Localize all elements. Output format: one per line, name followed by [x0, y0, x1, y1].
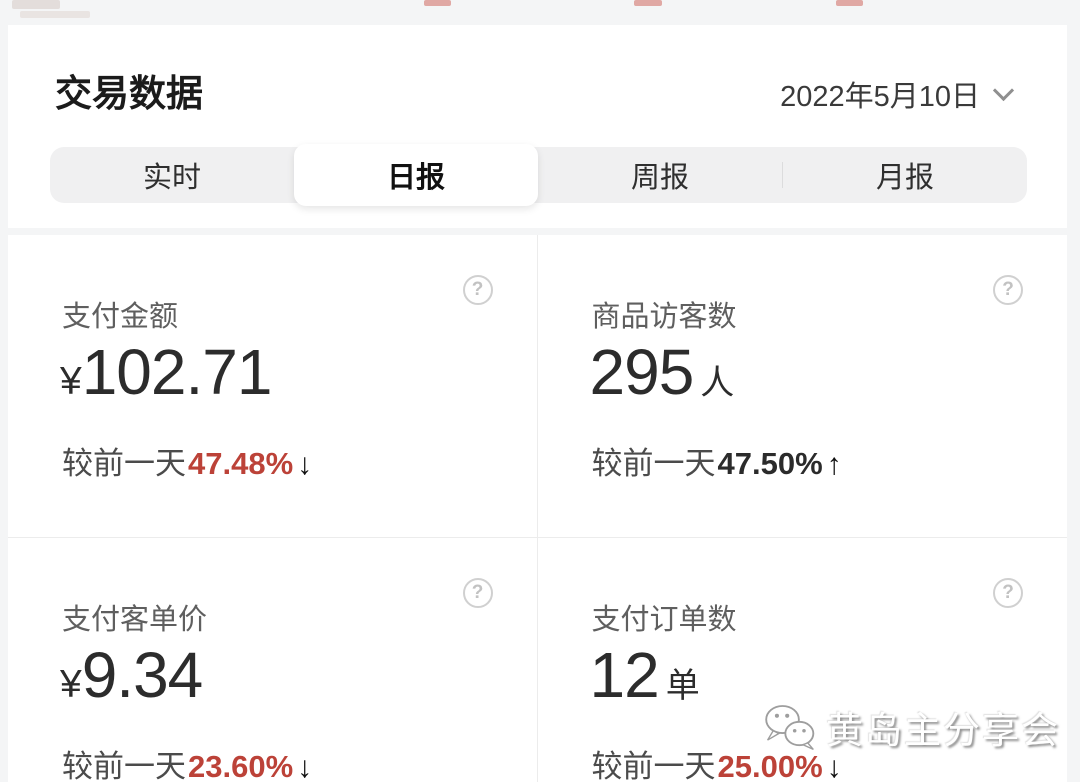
metric-value: 12 — [589, 639, 660, 711]
page-title: 交易数据 — [55, 73, 203, 114]
date-picker[interactable]: 2022年5月10日 — [780, 73, 1015, 115]
delta-row: 较前一天 47.48% ↓ — [62, 438, 312, 483]
card-payment-per-customer: 支付客单价 ? ¥ 9.34 较前一天 23.60% ↓ — [8, 538, 538, 782]
metric-value-row: ¥ 9.34 — [60, 638, 209, 712]
help-icon[interactable]: ? — [462, 275, 493, 305]
date-label: 2022年5月10日 — [780, 81, 980, 113]
metric-label: 商品访客数 — [591, 301, 737, 333]
watermark-text: 黄岛主分享会 — [826, 710, 1060, 751]
tab-weekly[interactable]: 周报 — [538, 147, 782, 203]
tab-realtime[interactable]: 实时 — [50, 147, 294, 203]
delta-prefix: 较前一天 — [62, 749, 186, 782]
report-period-tabbar: 实时 日报 周报 月报 — [50, 144, 1027, 206]
delta-row: 较前一天 47.50% ↑ — [592, 438, 842, 483]
metric-value: 102.71 — [81, 336, 273, 408]
top-edge-mark — [12, 0, 60, 9]
metric-value: 295 — [589, 336, 695, 408]
question-mark: ? — [471, 582, 484, 603]
arrow-down-icon: ↓ — [826, 751, 842, 782]
tab-label: 周报 — [630, 162, 689, 194]
metric-label: 支付金额 — [62, 301, 179, 333]
transaction-dashboard: 交易数据 2022年5月10日 实时 日报 周报 月报 支付金额 ? ¥ 102… — [0, 0, 1080, 782]
arrow-up-icon: ↑ — [826, 448, 842, 481]
arrow-down-icon: ↓ — [297, 751, 313, 782]
metric-value-row: 295 人 — [590, 335, 735, 409]
metric-value: 9.34 — [81, 639, 204, 711]
top-edge-mark — [836, 0, 863, 6]
watermark: 黄岛主分享会 — [762, 700, 1060, 754]
delta-value: 47.50% — [717, 446, 823, 481]
metric-value-row: 12 单 — [590, 638, 700, 712]
tab-label: 月报 — [875, 162, 934, 194]
top-edge-mark — [424, 0, 451, 6]
question-mark: ? — [1002, 279, 1014, 300]
metric-unit: 人 — [700, 364, 735, 402]
tab-daily[interactable]: 日报 — [294, 144, 538, 206]
wechat-logo-icon — [765, 705, 815, 751]
header: 交易数据 2022年5月10日 实时 日报 周报 月报 — [8, 25, 1067, 228]
tab-label: 实时 — [142, 162, 201, 194]
delta-value: 47.48% — [188, 446, 294, 481]
top-edge-mark — [634, 0, 662, 6]
delta-prefix: 较前一天 — [591, 446, 716, 481]
delta-value: 23.60% — [188, 749, 294, 782]
help-icon[interactable]: ? — [462, 578, 493, 608]
currency-symbol: ¥ — [60, 663, 82, 706]
card-payment-amount: 支付金额 ? ¥ 102.71 较前一天 47.48% ↓ — [8, 235, 538, 538]
delta-prefix: 较前一天 — [591, 749, 716, 782]
metric-value-row: ¥ 102.71 — [60, 335, 278, 409]
metric-label: 支付客单价 — [62, 604, 208, 636]
currency-symbol: ¥ — [60, 360, 82, 403]
metric-unit: 单 — [665, 667, 700, 705]
delta-prefix: 较前一天 — [62, 446, 186, 481]
content-panel: 交易数据 2022年5月10日 实时 日报 周报 月报 支付金额 ? ¥ 102… — [8, 25, 1067, 782]
metric-label: 支付订单数 — [591, 604, 737, 636]
question-mark: ? — [1002, 582, 1014, 603]
tab-label: 日报 — [386, 162, 445, 194]
card-product-visitors: 商品访客数 ? 295 人 较前一天 47.50% ↑ — [537, 235, 1067, 538]
tab-monthly[interactable]: 月报 — [783, 147, 1027, 203]
help-icon[interactable]: ? — [993, 275, 1023, 305]
question-mark: ? — [471, 279, 484, 300]
top-edge-mark — [20, 11, 90, 18]
arrow-down-icon: ↓ — [297, 448, 313, 481]
delta-row: 较前一天 23.60% ↓ — [62, 741, 312, 782]
help-icon[interactable]: ? — [993, 578, 1023, 608]
chevron-down-icon — [992, 79, 1015, 101]
